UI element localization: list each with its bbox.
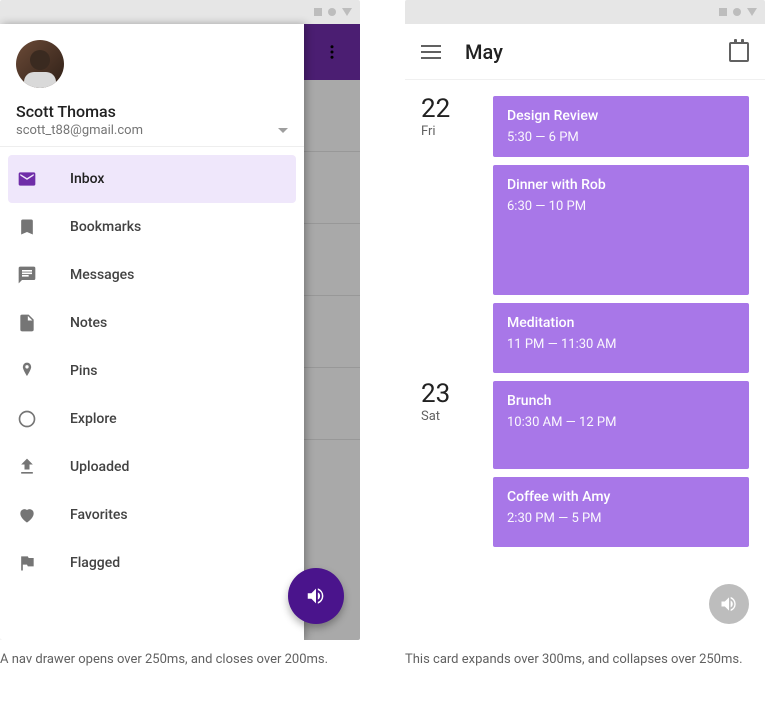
event-card[interactable]: Coffee with Amy 2:30 PM — 5 PM [493, 477, 749, 547]
event-card[interactable]: Dinner with Rob 6:30 — 10 PM [493, 165, 749, 295]
avatar[interactable] [16, 40, 64, 88]
status-icon [314, 8, 322, 16]
app-bar: May [405, 24, 765, 80]
drawer-item-label: Bookmarks [70, 219, 141, 235]
drawer-item-label: Notes [70, 315, 107, 331]
status-icon [328, 8, 336, 16]
event-title: Dinner with Rob [507, 177, 735, 193]
flag-icon [16, 552, 38, 574]
drawer-item-pins[interactable]: Pins [0, 347, 304, 395]
volume-icon [305, 585, 327, 607]
event-card[interactable]: Design Review 5:30 — 6 PM [493, 96, 749, 157]
drawer-item-flagged[interactable]: Flagged [0, 539, 304, 587]
day-header: 23 Sat [421, 381, 477, 547]
bookmark-icon [16, 216, 38, 238]
upload-icon [16, 456, 38, 478]
user-name: Scott Thomas [16, 102, 288, 121]
events-column: Brunch 10:30 AM — 12 PM Coffee with Amy 2:3… [493, 381, 749, 547]
note-icon [16, 312, 38, 334]
favorite-icon [16, 504, 38, 526]
drawer-item-bookmarks[interactable]: Bookmarks [0, 203, 304, 251]
drawer-item-notes[interactable]: Notes [0, 299, 304, 347]
user-email: scott_t88@gmail.com [16, 123, 143, 138]
nav-drawer-demo: r... ld... e reco.... out ... ated... Sc… [0, 0, 360, 640]
day-header: 22 Fri [421, 96, 477, 373]
month-title: May [465, 40, 705, 64]
event-time: 5:30 — 6 PM [507, 130, 735, 145]
status-bar [405, 0, 765, 24]
message-icon [16, 264, 38, 286]
drawer-item-inbox[interactable]: Inbox [8, 155, 296, 203]
volume-icon [719, 594, 739, 614]
caption: A nav drawer opens over 250ms, and close… [0, 650, 360, 670]
drawer-item-label: Explore [70, 411, 117, 427]
drawer-item-label: Flagged [70, 555, 120, 571]
drawer-item-uploaded[interactable]: Uploaded [0, 443, 304, 491]
event-time: 6:30 — 10 PM [507, 199, 735, 214]
events-column: Design Review 5:30 — 6 PM Dinner with Rob 6… [493, 96, 749, 373]
drawer-item-label: Inbox [70, 171, 104, 187]
drawer-item-messages[interactable]: Messages [0, 251, 304, 299]
drawer-item-label: Favorites [70, 507, 128, 523]
chevron-down-icon [278, 128, 288, 133]
nav-drawer: Scott Thomas scott_t88@gmail.com Inbox Bo… [0, 24, 304, 640]
agenda-list[interactable]: 22 Fri Design Review 5:30 — 6 PM Dinner with… [405, 80, 765, 640]
status-bar [0, 0, 360, 24]
menu-button[interactable] [421, 45, 441, 59]
drawer-item-label: Pins [70, 363, 98, 379]
day-of-week: Sat [421, 409, 477, 424]
today-button[interactable] [729, 42, 749, 62]
event-time: 10:30 AM — 12 PM [507, 415, 735, 430]
calendar-demo: May 22 Fri Design Review 5:30 — 6 PM Dinner … [405, 0, 765, 640]
day-of-week: Fri [421, 124, 477, 139]
mail-icon [16, 168, 38, 190]
drawer-header[interactable]: Scott Thomas scott_t88@gmail.com [0, 24, 304, 147]
drawer-item-label: Messages [70, 267, 134, 283]
agenda-day: 22 Fri Design Review 5:30 — 6 PM Dinner with… [421, 96, 749, 373]
status-icon [719, 8, 727, 16]
agenda-day: 23 Sat Brunch 10:30 AM — 12 PM Coffee with A… [421, 381, 749, 547]
day-number: 22 [421, 96, 477, 122]
event-card[interactable]: Brunch 10:30 AM — 12 PM [493, 381, 749, 469]
pin-icon [16, 360, 38, 382]
event-title: Design Review [507, 108, 735, 124]
event-title: Coffee with Amy [507, 489, 735, 505]
drawer-item-explore[interactable]: Explore [0, 395, 304, 443]
explore-icon [16, 408, 38, 430]
event-time: 11 PM — 11:30 AM [507, 337, 735, 352]
status-icon [747, 8, 757, 16]
event-title: Meditation [507, 315, 735, 331]
drawer-list: Inbox Bookmarks Messages Notes Pins Explore Up… [0, 147, 304, 595]
fab-button[interactable] [709, 584, 749, 624]
drawer-item-label: Uploaded [70, 459, 129, 475]
status-icon [342, 8, 352, 16]
caption: This card expands over 300ms, and collap… [405, 650, 765, 670]
day-number: 23 [421, 381, 477, 407]
account-dropdown[interactable]: scott_t88@gmail.com [16, 123, 288, 138]
status-icon [733, 8, 741, 16]
event-time: 2:30 PM — 5 PM [507, 511, 735, 526]
fab-button[interactable] [288, 568, 344, 624]
drawer-item-favorites[interactable]: Favorites [0, 491, 304, 539]
event-title: Brunch [507, 393, 735, 409]
event-card[interactable]: Meditation 11 PM — 11:30 AM [493, 303, 749, 373]
hamburger-icon [421, 45, 441, 47]
